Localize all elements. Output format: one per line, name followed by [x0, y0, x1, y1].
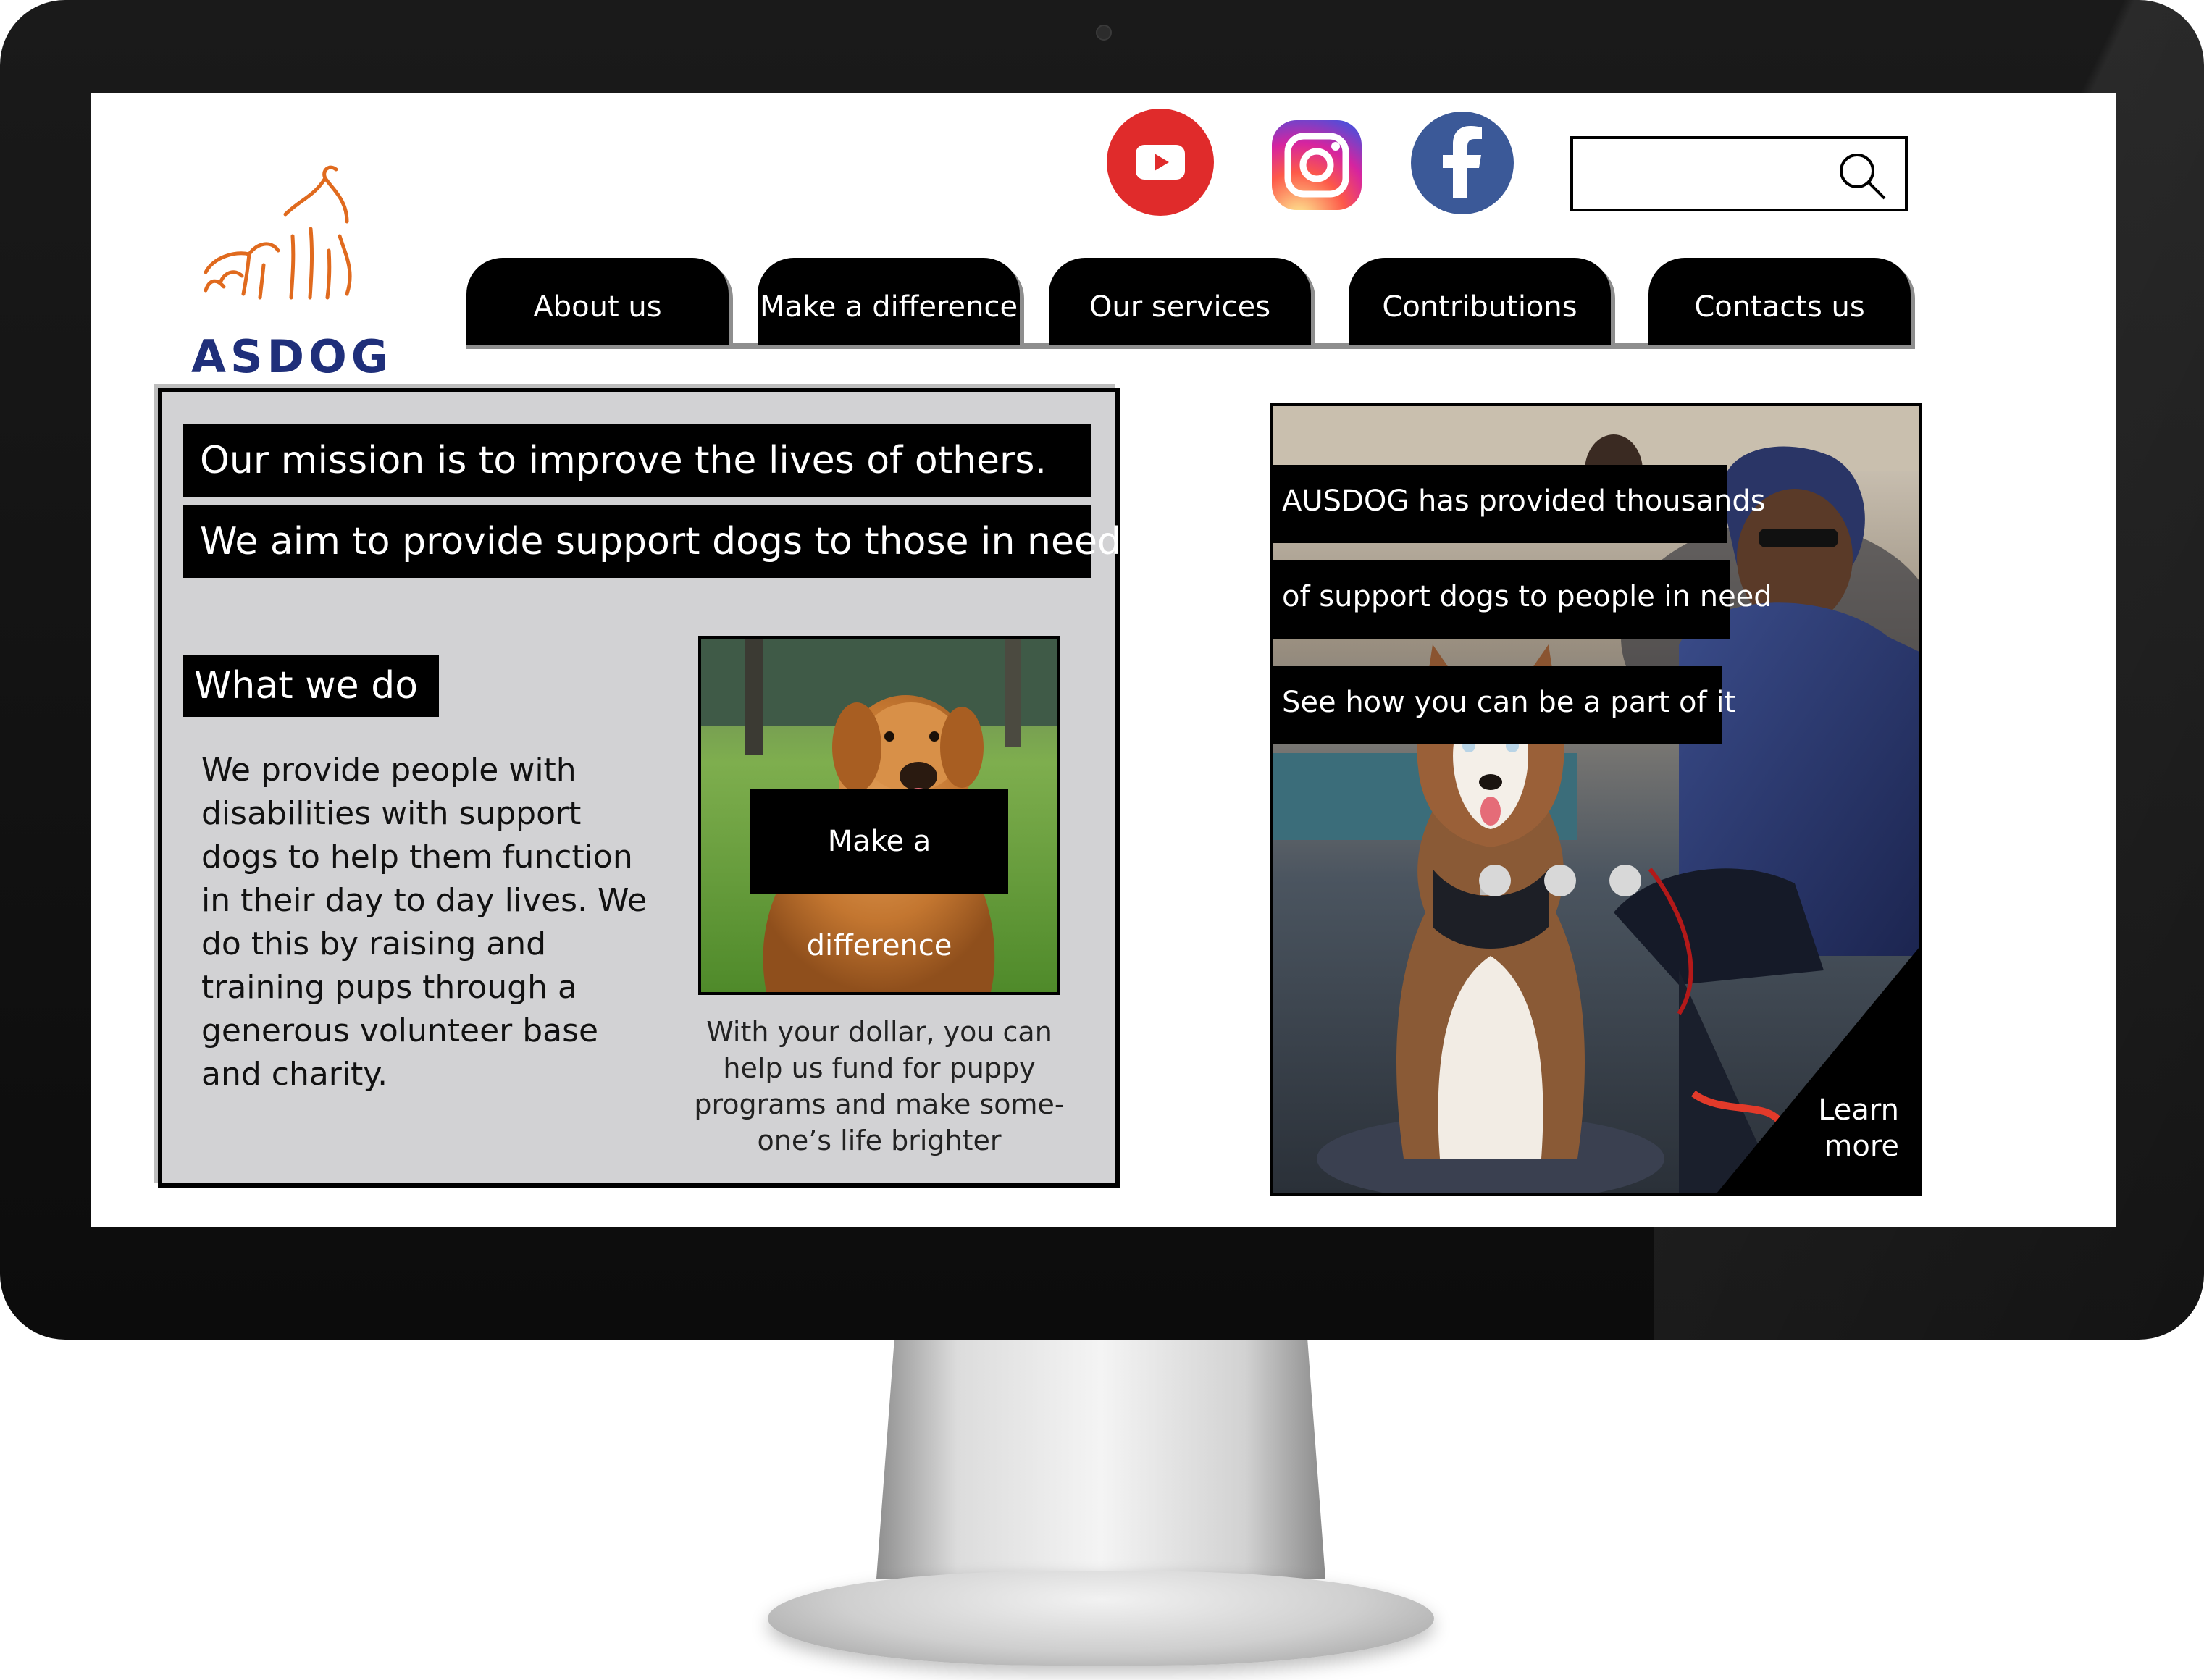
asdog-logo[interactable]: ASDOG AUSTRALIAN SUPPORT DOGS — [191, 149, 388, 392]
tab-contributions[interactable]: Contributions — [1349, 258, 1611, 345]
learn-more-label: Learn more — [1818, 1093, 1899, 1163]
tab-make-a-difference[interactable]: Make a difference — [758, 258, 1020, 345]
monitor-stand-neck — [876, 1340, 1325, 1579]
search-input[interactable] — [1580, 146, 1830, 203]
hero-text-line-3: See how you can be a part of it — [1273, 666, 1735, 744]
tab-our-services[interactable]: Our services — [1049, 258, 1311, 345]
mission-panel: Our mission is to improve the lives of o… — [158, 388, 1133, 1188]
hero-text-line-1: AUSDOG has provided thousands — [1273, 465, 1766, 543]
instagram-icon[interactable] — [1272, 120, 1362, 210]
logo-wordmark: ASDOG — [191, 330, 393, 383]
slide-dot-2[interactable] — [1544, 865, 1576, 896]
hero-text-line-2: of support dogs to people in need — [1273, 560, 1772, 639]
facebook-glyph — [1443, 126, 1482, 198]
instagram-glyph — [1284, 133, 1349, 198]
aim-statement: We aim to provide support dogs to those … — [183, 505, 1133, 578]
website-screen: ASDOG AUSTRALIAN SUPPORT DOGS About us M… — [91, 93, 2116, 1227]
camera-icon — [1096, 25, 1112, 41]
youtube-glyph — [1136, 145, 1185, 180]
hero-slideshow[interactable]: AUSDOG has provided thousands of support… — [1270, 403, 1922, 1196]
dog-logo-icon — [204, 165, 352, 300]
facebook-icon[interactable] — [1411, 112, 1514, 214]
tab-about-us[interactable]: About us — [466, 258, 729, 345]
search-box[interactable] — [1570, 136, 1908, 211]
slide-dot-3[interactable] — [1609, 865, 1641, 896]
make-a-difference-button[interactable]: Make a difference — [750, 789, 1008, 962]
monitor-stand-base — [768, 1571, 1434, 1666]
search-icon[interactable] — [1835, 149, 1887, 201]
what-we-do-text: We provide people with disabilities with… — [201, 752, 648, 1093]
section-title: What we do — [183, 655, 439, 717]
youtube-icon[interactable] — [1107, 109, 1214, 216]
slide-dot-1[interactable] — [1479, 865, 1511, 896]
mission-statement: Our mission is to improve the lives of o… — [183, 424, 1091, 497]
donation-caption: With your dollar, you can help us fund f… — [694, 1016, 1065, 1156]
tab-contacts-us[interactable]: Contacts us — [1648, 258, 1911, 345]
